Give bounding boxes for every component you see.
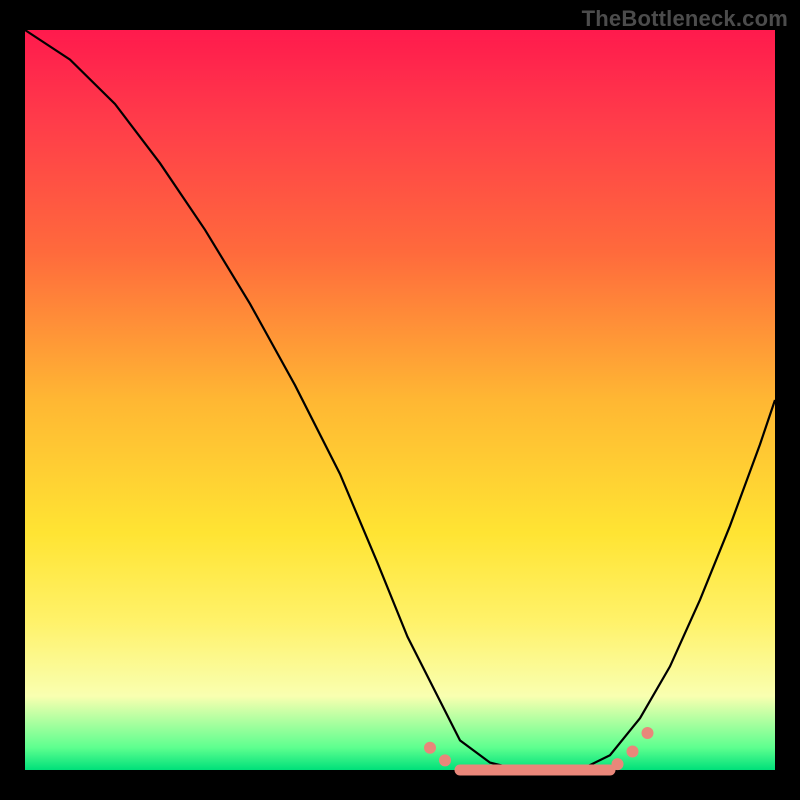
optimal-range-marker — [424, 727, 654, 770]
bottleneck-curve — [25, 30, 775, 770]
watermark-text: TheBottleneck.com — [582, 6, 788, 32]
curve-layer — [25, 30, 775, 770]
chart-stage: TheBottleneck.com — [0, 0, 800, 800]
plot-area — [25, 30, 775, 770]
